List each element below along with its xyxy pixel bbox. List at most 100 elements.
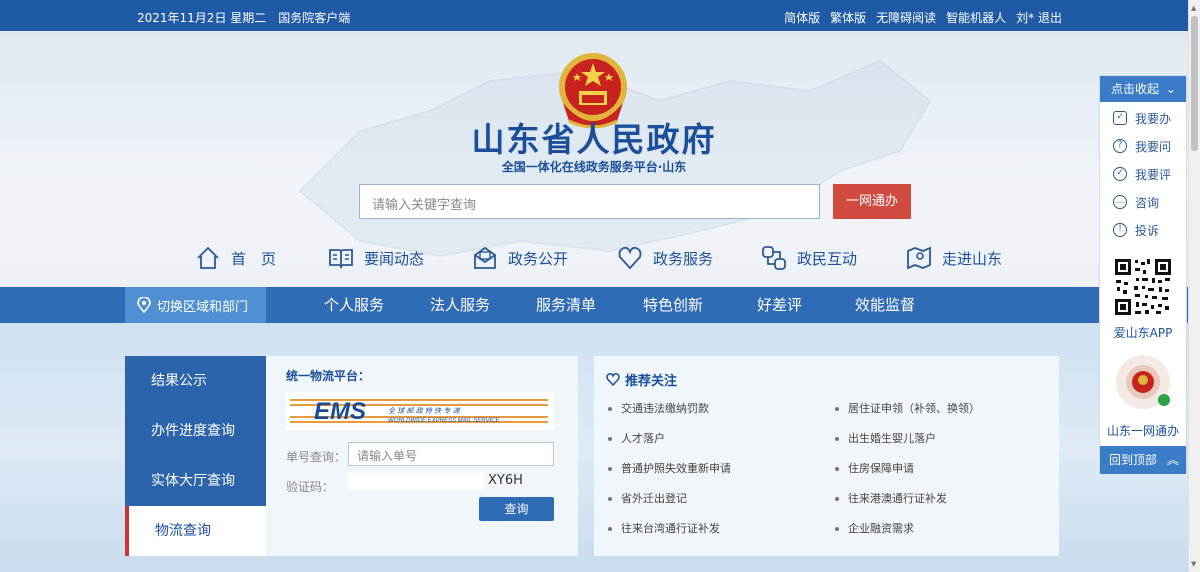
- float-item-apply[interactable]: ✓ 我要办: [1100, 104, 1186, 132]
- accessibility-link[interactable]: 无障碍阅读: [876, 9, 936, 26]
- tab-personal[interactable]: 个人服务: [324, 287, 384, 323]
- float-item-rate[interactable]: ✓ 我要评: [1100, 160, 1186, 188]
- mini-program-code-icon: [1111, 352, 1175, 412]
- order-label: 单号查询：: [286, 450, 347, 464]
- nav-open-gov[interactable]: 政务公开: [472, 240, 568, 276]
- floating-service-panel: 点击收起 ⌄ ✓ 我要办 ? 我要问 ✓ 我要评 … 咨询 ! 投诉 爱山东AP…: [1099, 75, 1187, 474]
- search-button[interactable]: 一网通办: [833, 184, 911, 219]
- float-item-label: 咨询: [1135, 195, 1160, 210]
- recommend-item[interactable]: 居住证申领（补领、换领）: [835, 400, 980, 416]
- link-icon: [762, 246, 786, 270]
- logistics-title: 统一物流平台：: [286, 369, 371, 383]
- book-icon: [329, 249, 353, 269]
- menu-logistics-query[interactable]: 物流查询: [125, 506, 266, 556]
- tab-rating[interactable]: 好差评: [757, 287, 802, 323]
- client-link[interactable]: 国务院客户端: [278, 9, 350, 26]
- question-icon: ?: [1113, 139, 1127, 153]
- heart-icon: [618, 246, 642, 270]
- nav-open-gov-label: 政务公开: [508, 249, 569, 268]
- ems-brand-text: EMS: [314, 398, 366, 425]
- nav-shandong[interactable]: 走进山东: [906, 240, 1002, 276]
- tab-supervision[interactable]: 效能监督: [855, 287, 915, 323]
- recommend-item[interactable]: 交通违法缴纳罚款: [608, 400, 709, 416]
- mail-icon: [474, 246, 496, 269]
- recommend-panel: 推荐关注 交通违法缴纳罚款 居住证申领（补领、换领） 人才落户 出生婚生婴儿落户…: [594, 356, 1059, 556]
- simplified-link[interactable]: 简体版: [784, 9, 820, 26]
- float-item-label: 我要问: [1135, 139, 1172, 154]
- nav-news-label: 要闻动态: [364, 249, 425, 268]
- recommend-item[interactable]: 普通护照失效重新申请: [608, 460, 731, 476]
- query-side-menu: 结果公示 办件进度查询 实体大厅查询 物流查询: [125, 356, 266, 556]
- recommend-item[interactable]: 住房保障申请: [835, 460, 914, 476]
- scroll-down-arrow-icon[interactable]: ▼: [1191, 560, 1196, 568]
- logistics-panel: 统一物流平台： EMS 全 球 邮 政 特 快 专 递 WORLDWIDE EX…: [266, 356, 578, 556]
- mini-program-label: 山东一网通办: [1106, 424, 1179, 438]
- query-button[interactable]: 查询: [479, 497, 554, 521]
- menu-result-publicity[interactable]: 结果公示: [125, 356, 266, 406]
- scrollbar-thumb[interactable]: [1191, 16, 1198, 151]
- captcha-label: 验证码：: [286, 480, 335, 494]
- double-chevron-up-icon: ︽: [1166, 453, 1179, 467]
- recommend-item[interactable]: 人才落户: [608, 430, 665, 446]
- heart-icon: [606, 373, 620, 386]
- recommend-item[interactable]: 往来台湾通行证补发: [608, 520, 720, 536]
- page-scrollbar[interactable]: ▲ ▼: [1188, 0, 1200, 572]
- chat-icon: …: [1113, 195, 1127, 209]
- tab-service-list[interactable]: 服务清单: [536, 287, 596, 323]
- home-icon: [197, 246, 219, 269]
- menu-progress-query[interactable]: 办件进度查询: [125, 406, 266, 456]
- nav-home-label: 首 页: [231, 249, 277, 268]
- recommend-title: 推荐关注: [625, 374, 678, 389]
- site-subtitle: 全国一体化在线政务服务平台·山东: [501, 160, 687, 174]
- date-text: 2021年11月2日 星期二: [137, 11, 267, 25]
- tab-innovation[interactable]: 特色创新: [643, 287, 703, 323]
- recommend-item[interactable]: 往来港澳通行证补发: [835, 490, 947, 506]
- float-item-label: 我要办: [1135, 111, 1172, 126]
- service-tab-bar: 切换区域和部门 个人服务 法人服务 服务清单 特色创新 好差评 效能监督: [0, 287, 1188, 323]
- back-to-top-label: 回到顶部: [1109, 453, 1158, 467]
- nav-shandong-label: 走进山东: [942, 249, 1003, 268]
- nav-interaction[interactable]: 政民互动: [761, 240, 857, 276]
- menu-hall-query[interactable]: 实体大厅查询: [125, 456, 266, 506]
- site-title: 山东省人民政府: [471, 120, 717, 159]
- collapse-label: 点击收起: [1111, 82, 1160, 96]
- nav-home[interactable]: 首 页: [195, 240, 276, 276]
- captcha-image[interactable]: XY6H: [488, 473, 523, 488]
- ems-logo-icon: EMS 全 球 邮 政 特 快 专 递 WORLDWIDE EXPRESS MA…: [286, 392, 554, 430]
- nav-gov-service[interactable]: 政务服务: [617, 240, 713, 276]
- check-circle-icon: ✓: [1113, 167, 1127, 181]
- top-bar: 2021年11月2日 星期二 国务院客户端 简体版 繁体版 无障碍阅读 智能机器…: [0, 0, 1188, 31]
- traditional-link[interactable]: 繁体版: [830, 9, 866, 26]
- back-to-top-button[interactable]: 回到顶部 ︽: [1100, 446, 1186, 474]
- apply-icon: ✓: [1113, 111, 1127, 125]
- app-label: 爱山东APP: [1113, 326, 1173, 340]
- robot-link[interactable]: 智能机器人: [946, 9, 1006, 26]
- order-input[interactable]: 请输入单号: [348, 442, 554, 466]
- app-qr-code-icon: [1112, 256, 1174, 318]
- scroll-up-arrow-icon[interactable]: ▲: [1191, 4, 1196, 12]
- float-item-consult[interactable]: … 咨询: [1100, 188, 1186, 216]
- recommend-item[interactable]: 企业融资需求: [835, 520, 914, 536]
- recommend-header: 推荐关注: [606, 370, 677, 389]
- tab-corporate[interactable]: 法人服务: [430, 287, 490, 323]
- float-item-label: 我要评: [1135, 167, 1172, 182]
- float-item-complain[interactable]: ! 投诉: [1100, 216, 1186, 244]
- float-item-label: 投诉: [1135, 223, 1160, 238]
- collapse-button[interactable]: 点击收起 ⌄: [1100, 76, 1186, 102]
- captcha-input[interactable]: [348, 473, 484, 490]
- nav-interaction-label: 政民互动: [797, 249, 858, 268]
- hero-banner: 山东省人民政府 全国一体化在线政务服务平台·山东 请输入关键字查询 一网通办 首…: [0, 31, 1188, 287]
- recommend-item[interactable]: 省外迁出登记: [608, 490, 687, 506]
- alert-icon: !: [1113, 223, 1127, 237]
- map-pin-icon: [907, 246, 931, 270]
- user-logout-link[interactable]: 刘* 退出: [1016, 9, 1062, 26]
- ems-logo: EMS 全 球 邮 政 特 快 专 递 WORLDWIDE EXPRESS MA…: [286, 392, 554, 430]
- ems-en-text: WORLDWIDE EXPRESS MAIL SERVICE: [388, 418, 500, 424]
- ems-cn-text: 全 球 邮 政 特 快 专 递: [388, 407, 461, 415]
- search-input[interactable]: 请输入关键字查询: [359, 184, 820, 219]
- recommend-item[interactable]: 出生婚生婴儿落户: [835, 430, 936, 446]
- chevron-down-icon: ⌄: [1165, 82, 1176, 96]
- nav-news[interactable]: 要闻动态: [328, 240, 424, 276]
- nav-gov-service-label: 政务服务: [653, 249, 714, 268]
- float-item-ask[interactable]: ? 我要问: [1100, 132, 1186, 160]
